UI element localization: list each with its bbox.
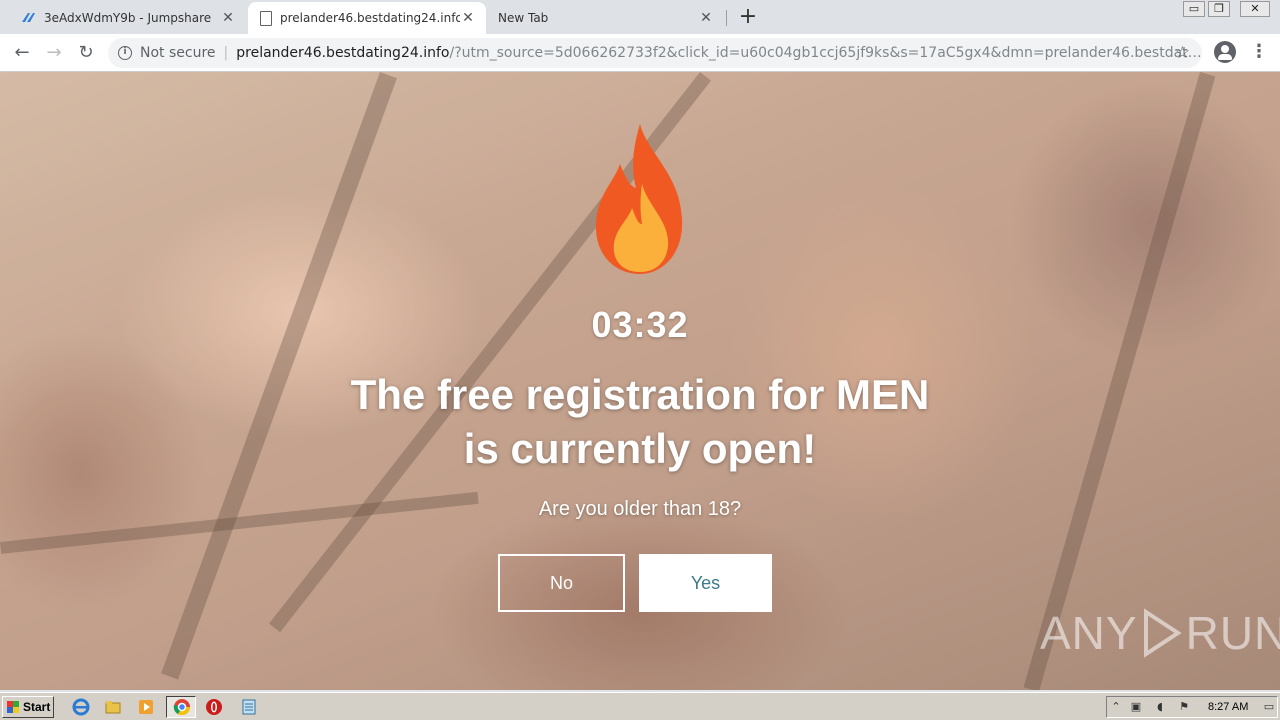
forward-icon[interactable]: → bbox=[42, 41, 66, 65]
chrome-taskbar-button[interactable] bbox=[166, 696, 196, 718]
play-icon bbox=[1143, 608, 1182, 658]
internet-explorer-icon[interactable] bbox=[72, 698, 90, 716]
watermark-left-text: ANY bbox=[1040, 607, 1138, 659]
windows-flag-icon bbox=[7, 701, 19, 713]
tray-expand-icon[interactable]: ⌃ bbox=[1110, 701, 1122, 713]
url-divider: | bbox=[223, 45, 229, 61]
close-tab-icon[interactable]: ✕ bbox=[220, 10, 236, 26]
back-icon[interactable]: ← bbox=[10, 41, 34, 65]
tab-divider bbox=[726, 10, 727, 26]
watermark-right-text: RUN bbox=[1185, 607, 1280, 659]
volume-icon[interactable]: ◖ bbox=[1154, 701, 1166, 713]
new-tab-button[interactable]: + bbox=[736, 6, 760, 30]
tab-title: New Tab bbox=[498, 11, 549, 25]
address-bar[interactable]: i Not secure | prelander46.bestdating24.… bbox=[108, 38, 1202, 68]
opera-icon[interactable] bbox=[205, 698, 223, 716]
action-center-flag-icon[interactable]: ⚑ bbox=[1178, 701, 1190, 713]
tab-new-tab[interactable]: New Tab ✕ bbox=[488, 2, 724, 34]
tab-title: prelander46.bestdating24.info/?utm bbox=[280, 11, 460, 25]
file-explorer-icon[interactable] bbox=[104, 698, 122, 716]
tab-jumpshare[interactable]: 3eAdxWdmY9b - Jumpshare ✕ bbox=[10, 2, 246, 34]
bookmark-star-icon[interactable]: ☆ bbox=[1175, 43, 1190, 63]
anyrun-watermark: ANY RUN bbox=[1040, 606, 1280, 660]
chrome-icon bbox=[173, 699, 191, 716]
fire-icon bbox=[595, 124, 683, 274]
account-icon[interactable] bbox=[1214, 41, 1236, 63]
page-headline: The free registration for MEN is current… bbox=[350, 371, 930, 472]
no-button[interactable]: No bbox=[498, 554, 625, 612]
taskbar-clock[interactable]: 8:27 AM bbox=[1208, 701, 1248, 713]
close-tab-icon[interactable]: ✕ bbox=[460, 10, 476, 26]
page-viewport: 03:32 The free registration for MEN is c… bbox=[0, 72, 1280, 690]
close-tab-icon[interactable]: ✕ bbox=[698, 10, 714, 26]
page-icon bbox=[260, 10, 272, 26]
reload-icon[interactable]: ↻ bbox=[74, 41, 98, 65]
yes-button[interactable]: Yes bbox=[639, 554, 772, 612]
start-label: Start bbox=[23, 700, 51, 714]
notepad-icon[interactable] bbox=[240, 698, 258, 716]
countdown-timer: 03:32 bbox=[591, 304, 689, 345]
windows-taskbar: Start ⌃ ▣ ◖ ⚑ 8:27 AM ▭ bbox=[0, 692, 1280, 720]
age-question: Are you older than 18? bbox=[538, 498, 742, 520]
show-desktop-icon[interactable]: ▭ bbox=[1262, 701, 1276, 713]
url-path: /?utm_source=5d066262733f2&click_id=u60c… bbox=[449, 45, 1202, 61]
url-host: prelander46.bestdating24.info bbox=[236, 45, 450, 61]
tab-prelander[interactable]: prelander46.bestdating24.info/?utm ✕ bbox=[248, 2, 486, 34]
menu-kebab-icon[interactable]: ⋮ bbox=[1250, 40, 1268, 64]
close-window-button[interactable]: ✕ bbox=[1240, 1, 1270, 17]
info-icon[interactable]: i bbox=[118, 46, 132, 60]
security-label: Not secure bbox=[140, 45, 216, 61]
browser-toolbar: ← → ↻ i Not secure | prelander46.bestdat… bbox=[0, 34, 1280, 72]
jumpshare-icon bbox=[20, 10, 36, 26]
media-player-icon[interactable] bbox=[137, 698, 155, 716]
restore-button[interactable]: ❐ bbox=[1208, 1, 1230, 17]
tab-strip: 3eAdxWdmY9b - Jumpshare ✕ prelander46.be… bbox=[0, 0, 1280, 34]
minimize-button[interactable]: ▭ bbox=[1183, 1, 1205, 17]
network-icon[interactable]: ▣ bbox=[1130, 701, 1142, 713]
tab-title: 3eAdxWdmY9b - Jumpshare bbox=[44, 11, 212, 25]
start-button[interactable]: Start bbox=[2, 696, 54, 718]
